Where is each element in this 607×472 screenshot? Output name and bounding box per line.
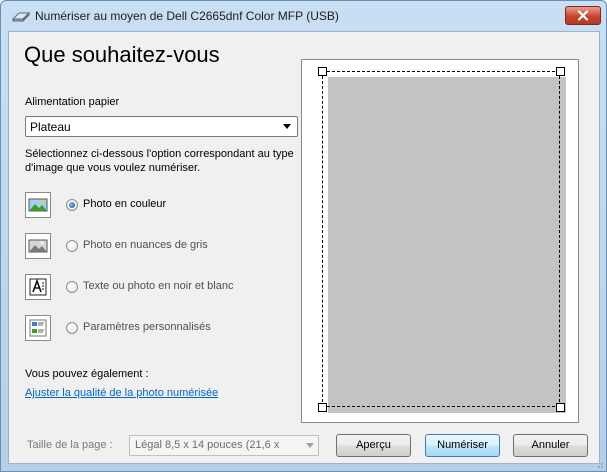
paper-feed-label: Alimentation papier (25, 96, 120, 108)
scan-preview[interactable] (301, 59, 579, 423)
title-bar[interactable]: Numériser au moyen de Dell C2665dnf Colo… (1, 1, 606, 31)
option-custom-settings-label: Paramètres personnalisés (83, 321, 211, 333)
scanner-icon (11, 8, 31, 24)
paper-feed-select[interactable]: Plateau (25, 116, 298, 137)
page-size-label: Taille de la page : (27, 439, 113, 451)
option-black-white-text[interactable]: Texte ou photo en noir et blanc (25, 274, 315, 300)
page-size-value: Légal 8,5 x 14 pouces (21,6 x (135, 439, 280, 451)
bottom-bar: Taille de la page : Légal 8,5 x 14 pouce… (9, 431, 599, 461)
black-white-text-icon (25, 274, 51, 300)
instruction-text: Sélectionnez ci-dessous l'option corresp… (25, 148, 294, 174)
also-label: Vous pouvez également : (25, 368, 149, 380)
radio-grayscale-photo[interactable] (66, 240, 78, 252)
close-button[interactable] (565, 6, 601, 25)
page-title: Que souhaitez-vous (24, 42, 220, 67)
custom-settings-icon (25, 315, 51, 341)
adjust-quality-link[interactable]: Ajuster la qualité de la photo numérisée (25, 387, 218, 399)
scan-dialog-window: Numériser au moyen de Dell C2665dnf Colo… (0, 0, 607, 472)
chevron-down-icon (306, 443, 314, 448)
option-color-photo[interactable]: Photo en couleur (25, 192, 315, 218)
option-custom-settings[interactable]: Paramètres personnalisés (25, 315, 315, 341)
crop-handle-top-left[interactable] (318, 67, 327, 76)
chevron-down-icon (283, 124, 291, 129)
resize-grip-icon[interactable] (594, 459, 604, 469)
dialog-content: Que souhaitez-vous Alimentation papier P… (8, 31, 600, 464)
grayscale-photo-icon (25, 233, 51, 259)
option-color-photo-label: Photo en couleur (83, 198, 167, 210)
option-black-white-text-label: Texte ou photo en noir et blanc (83, 280, 234, 292)
cancel-button[interactable]: Annuler (513, 434, 588, 457)
scan-button[interactable]: Numériser (425, 434, 500, 457)
close-icon (577, 10, 589, 21)
color-photo-icon (25, 192, 51, 218)
paper-feed-value: Plateau (30, 120, 71, 134)
option-grayscale-photo[interactable]: Photo en nuances de gris (25, 233, 315, 259)
window-title: Numériser au moyen de Dell C2665dnf Colo… (35, 9, 339, 23)
crop-handle-top-right[interactable] (556, 67, 565, 76)
crop-frame[interactable] (322, 71, 560, 407)
radio-color-photo[interactable] (66, 199, 78, 211)
crop-handle-bottom-right[interactable] (556, 403, 565, 412)
radio-custom-settings[interactable] (66, 322, 78, 334)
crop-handle-bottom-left[interactable] (318, 403, 327, 412)
radio-black-white-text[interactable] (66, 281, 78, 293)
page-size-select[interactable]: Légal 8,5 x 14 pouces (21,6 x (129, 435, 319, 456)
option-grayscale-photo-label: Photo en nuances de gris (83, 239, 208, 251)
preview-button[interactable]: Aperçu (336, 434, 411, 457)
